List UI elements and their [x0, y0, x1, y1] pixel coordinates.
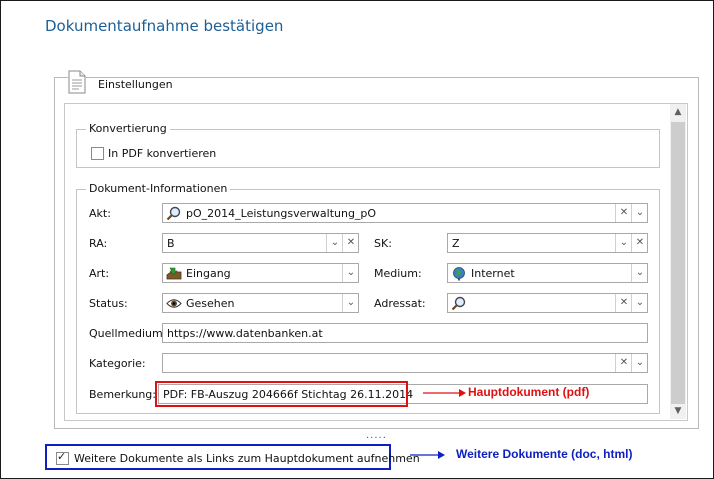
status-label: Status: [89, 297, 128, 310]
annotation-more-documents: Weitere Dokumente (doc, html) [456, 447, 633, 461]
clear-icon[interactable]: ✕ [342, 234, 359, 252]
status-select[interactable]: Gesehen ⌄ [162, 293, 359, 313]
art-value: Eingang [186, 267, 231, 280]
art-label: Art: [89, 267, 110, 280]
adressat-label: Adressat: [374, 297, 426, 310]
highlight-box-red [155, 381, 408, 407]
ra-select[interactable]: B ⌄ ✕ [162, 233, 359, 253]
clear-icon[interactable]: ✕ [615, 354, 632, 372]
kategorie-label: Kategorie: [89, 357, 146, 370]
ra-value: B [167, 237, 175, 250]
arrow-right-icon [423, 389, 466, 397]
akt-value: pO_2014_Leistungsverwaltung_pO [186, 207, 377, 220]
quellmedium-value: https://www.datenbanken.at [167, 327, 323, 340]
doc-info-legend: Dokument-Informationen [86, 182, 231, 195]
annotation-main-document: Hauptdokument (pdf) [468, 385, 590, 399]
quellmedium-label: Quellmedium: [89, 327, 167, 340]
search-icon[interactable] [451, 296, 467, 311]
ra-label: RA: [89, 237, 108, 250]
medium-select[interactable]: Internet ⌄ [447, 263, 648, 283]
chevron-down-icon[interactable]: ⌄ [342, 294, 359, 312]
medium-value: Internet [471, 267, 515, 280]
chevron-down-icon[interactable]: ⌄ [342, 264, 359, 282]
links-checkbox[interactable] [56, 450, 69, 465]
clear-icon[interactable]: ✕ [631, 234, 648, 252]
sk-value: Z [452, 237, 460, 250]
chevron-down-icon[interactable]: ⌄ [631, 264, 648, 282]
bemerkung-label: Bemerkung: [89, 388, 156, 401]
scroll-down-icon[interactable]: ▼ [670, 403, 686, 419]
art-select[interactable]: Eingang ⌄ [162, 263, 359, 283]
pdf-convert-checkbox[interactable] [91, 147, 104, 160]
conversion-legend: Konvertierung [86, 122, 170, 135]
chevron-down-icon[interactable]: ⌄ [631, 294, 648, 312]
akt-label: Akt: [89, 207, 111, 220]
chevron-down-icon[interactable]: ⌄ [326, 234, 343, 252]
clear-icon[interactable]: ✕ [615, 204, 632, 222]
sk-label: SK: [374, 237, 392, 250]
globe-icon [451, 266, 467, 281]
akt-field[interactable]: pO_2014_Leistungsverwaltung_pO ✕ ⌄ [162, 203, 648, 223]
scroll-up-icon[interactable]: ▲ [670, 104, 686, 120]
quellmedium-input[interactable]: https://www.datenbanken.at [162, 323, 648, 343]
eye-icon [166, 296, 182, 311]
resize-handle[interactable]: ..... [366, 430, 387, 441]
search-icon[interactable] [166, 206, 182, 221]
document-icon [68, 70, 86, 94]
links-checkbox-label: Weitere Dokumente als Links zum Hauptdok… [74, 452, 420, 465]
chevron-down-icon[interactable]: ⌄ [615, 234, 632, 252]
chevron-down-icon[interactable]: ⌄ [631, 204, 648, 222]
inbox-icon [166, 266, 182, 281]
clear-icon[interactable]: ✕ [615, 294, 632, 312]
arrow-right-icon [410, 451, 445, 459]
vertical-scrollbar[interactable]: ▲ ▼ [670, 104, 686, 419]
settings-label: Einstellungen [96, 78, 175, 91]
sk-select[interactable]: Z ⌄ ✕ [447, 233, 648, 253]
medium-label: Medium: [374, 267, 422, 280]
adressat-field[interactable]: ✕ ⌄ [447, 293, 648, 313]
dialog-title: Dokumentaufnahme bestätigen [45, 17, 284, 35]
chevron-down-icon[interactable]: ⌄ [631, 354, 648, 372]
status-value: Gesehen [186, 297, 235, 310]
pdf-convert-label: In PDF konvertieren [108, 147, 217, 160]
scrollbar-thumb[interactable] [671, 122, 685, 404]
kategorie-select[interactable]: ✕ ⌄ [162, 353, 648, 373]
